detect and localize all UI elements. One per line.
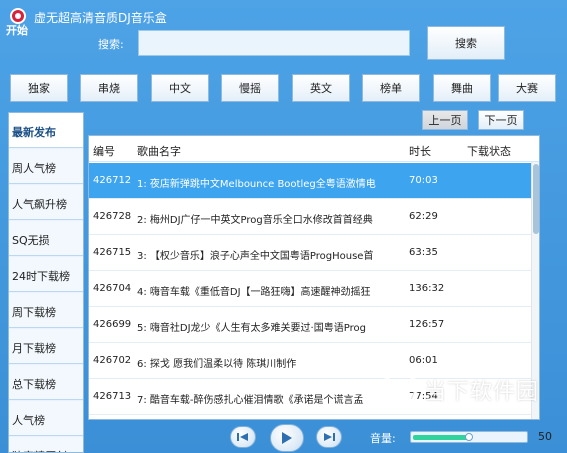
app-title: 虚无超高清音质DJ音乐盒: [34, 11, 167, 25]
category-button-english[interactable]: 英文: [292, 74, 350, 102]
song-row[interactable]: 426712 1: 夜店新弹跳中文Melbounce Bootleg全粤语激情电…: [89, 163, 531, 199]
search-input[interactable]: [138, 30, 410, 56]
skip-previous-icon: [237, 433, 248, 441]
search-label: 搜索:: [98, 38, 124, 51]
sidebar-item-total-downloads[interactable]: 总下载榜: [9, 365, 83, 400]
volume-fill: [413, 435, 469, 440]
song-row[interactable]: 426699 5: 嗨音社DJ龙少《人生有太多难关要过·国粤语Prog 126:…: [89, 307, 531, 343]
skip-previous-button[interactable]: [230, 426, 256, 448]
column-header-status[interactable]: 下载状态: [467, 143, 511, 159]
song-name: 7: 酷音车载-醉伤感扎心催泪情歌《承诺是个谎言孟: [137, 395, 364, 406]
volume-value: 50: [538, 430, 552, 443]
song-id: 426702: [93, 355, 132, 366]
song-id: 426712: [93, 175, 132, 186]
song-duration: 126:57: [409, 319, 445, 330]
sidebar-item-latest[interactable]: 最新发布: [9, 113, 83, 148]
song-name: 1: 夜店新弹跳中文Melbounce Bootleg全粤语激情电: [137, 179, 376, 190]
column-header-id[interactable]: 编号: [93, 143, 115, 159]
play-button[interactable]: [270, 424, 304, 452]
sidebar-item-weekly-downloads[interactable]: 周下载榜: [9, 293, 83, 328]
song-duration: 62:29: [409, 211, 438, 222]
song-name: 2: 梅州DJ广仔一中英文Prog音乐全口水修改首首经典: [137, 215, 373, 226]
category-bar: 独家 串烧 中文 慢摇 英文 榜单 舞曲 大赛: [10, 74, 556, 102]
category-button-medley[interactable]: 串烧: [80, 74, 138, 102]
category-button-dance[interactable]: 舞曲: [433, 74, 491, 102]
song-row[interactable]: 426704 4: 嗨音车载《重低音DJ【一路狂嗨】高速醒神劲摇狂 136:32: [89, 271, 531, 307]
sidebar: 最新发布 周人气榜 人气飙升榜 SQ无损 24时下载榜 周下载榜 月下载榜 总下…: [8, 112, 84, 453]
next-page-button[interactable]: 下一页: [478, 110, 524, 130]
category-button-exclusive[interactable]: 独家: [10, 74, 68, 102]
song-id: 426728: [93, 211, 132, 222]
sidebar-item-rising[interactable]: 人气飙升榜: [9, 185, 83, 220]
category-button-chinese[interactable]: 中文: [151, 74, 209, 102]
sidebar-item-popular[interactable]: 人气榜: [9, 401, 83, 436]
song-name: 4: 嗨音车载《重低音DJ【一路狂嗨】高速醒神劲摇狂: [137, 287, 371, 298]
song-duration: 06:01: [409, 355, 438, 366]
scrollbar-thumb[interactable]: [533, 164, 539, 234]
song-row[interactable]: 426728 2: 梅州DJ广仔一中英文Prog音乐全口水修改首首经典 62:2…: [89, 199, 531, 235]
category-button-contest[interactable]: 大赛: [498, 74, 556, 102]
song-id: 426704: [93, 283, 132, 294]
skip-next-icon: [324, 433, 335, 441]
sidebar-item-24h-downloads[interactable]: 24时下载榜: [9, 257, 83, 292]
song-duration: 70:03: [409, 175, 438, 186]
song-name: 3: 【权少音乐】浪子心声全中文国粤语ProgHouse首: [137, 251, 374, 262]
column-header-name[interactable]: 歌曲名字: [137, 143, 181, 159]
volume-label: 音量:: [370, 432, 396, 445]
song-name: 5: 嗨音社DJ龙少《人生有太多难关要过·国粤语Prog: [137, 323, 366, 334]
song-id: 426715: [93, 247, 132, 258]
song-name: 6: 探戈 愿我们温柔以待 陈琪川制作: [137, 359, 297, 370]
song-id: 426713: [93, 391, 132, 402]
sidebar-item-sq-lossless[interactable]: SQ无损: [9, 221, 83, 256]
search-button[interactable]: 搜索: [427, 26, 505, 60]
song-list-header: 编号 歌曲名字 时长 下载状态: [89, 136, 539, 162]
song-id: 426699: [93, 319, 132, 330]
song-duration: 63:35: [409, 247, 438, 258]
category-button-slow[interactable]: 慢摇: [221, 74, 279, 102]
watermark-url: www.downxia.com: [426, 402, 510, 412]
category-button-charts[interactable]: 榜单: [362, 74, 420, 102]
skip-next-button[interactable]: [316, 426, 342, 448]
sidebar-item-weekly-popular[interactable]: 周人气榜: [9, 149, 83, 184]
watermark: 当下软件园 www.downxia.com: [380, 368, 560, 428]
volume-knob[interactable]: [465, 433, 473, 441]
song-duration: 136:32: [409, 283, 445, 294]
start-menu-button[interactable]: 开始: [6, 22, 28, 38]
watermark-logo-icon: [382, 370, 418, 412]
play-icon: [282, 432, 292, 444]
sidebar-item-original[interactable]: 独家精原创: [9, 437, 83, 452]
sidebar-item-monthly-downloads[interactable]: 月下载榜: [9, 329, 83, 364]
volume-slider[interactable]: [410, 431, 528, 443]
song-row[interactable]: 426715 3: 【权少音乐】浪子心声全中文国粤语ProgHouse首 63:…: [89, 235, 531, 271]
prev-page-button[interactable]: 上一页: [422, 110, 468, 130]
column-header-duration[interactable]: 时长: [409, 143, 431, 159]
